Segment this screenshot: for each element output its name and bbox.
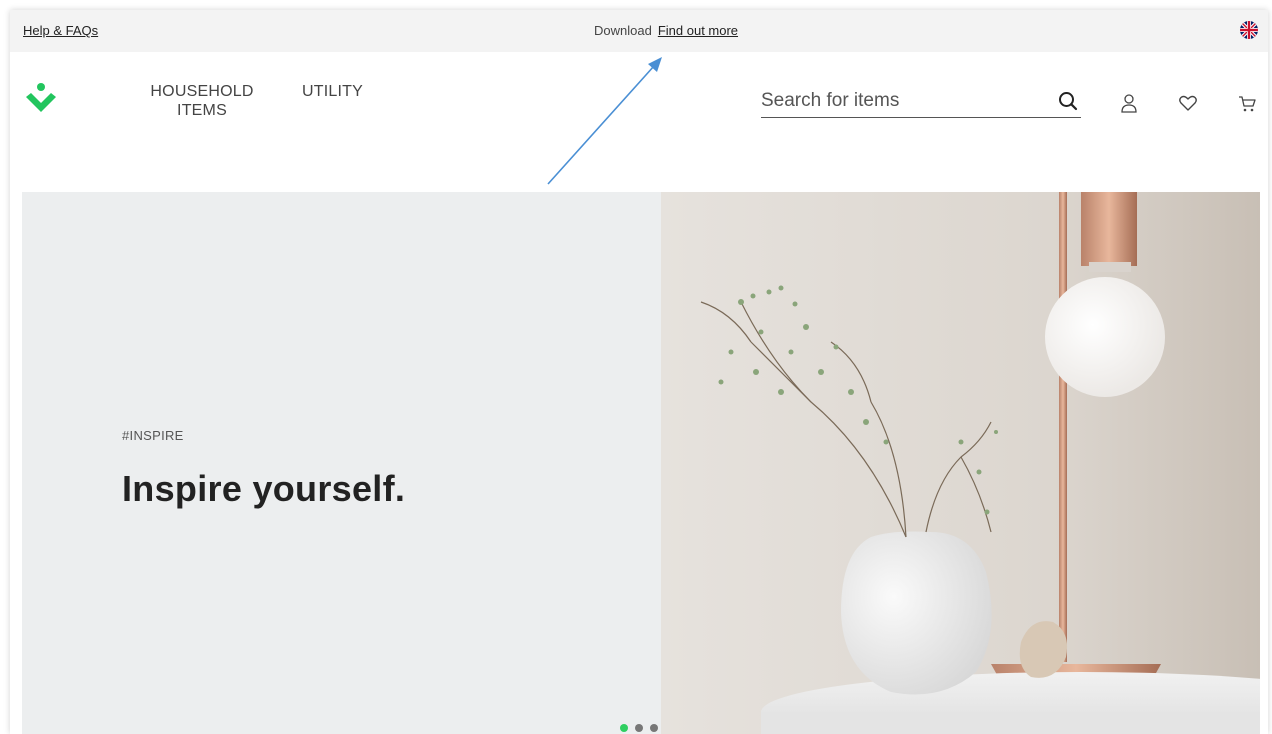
heart-icon[interactable] — [1177, 92, 1199, 114]
carousel-dot-1[interactable] — [620, 724, 628, 732]
promo-label: Download — [594, 23, 652, 38]
hero-tag: #INSPIRE — [122, 428, 184, 443]
find-out-more-link[interactable]: Find out more — [658, 23, 738, 38]
site-header: HOUSEHOLD ITEMS UTILITY — [10, 52, 1268, 192]
nav-household-items[interactable]: HOUSEHOLD ITEMS — [138, 82, 266, 120]
hero-title: Inspire yourself. — [122, 468, 406, 509]
carousel-dot-3[interactable] — [650, 724, 658, 732]
user-icon[interactable] — [1118, 92, 1140, 114]
carousel-dot-2[interactable] — [635, 724, 643, 732]
top-utility-bar: Help & FAQs Download Find out more — [10, 10, 1268, 52]
download-promo: Download Find out more — [594, 23, 738, 38]
carousel-dots — [620, 724, 658, 732]
search-icon[interactable] — [1057, 90, 1079, 112]
uk-flag-icon[interactable] — [1240, 21, 1258, 39]
hero-banner[interactable]: #INSPIRE Inspire yourself. — [22, 192, 1260, 734]
search-input[interactable] — [761, 88, 1041, 114]
browser-page: Help & FAQs Download Find out more HOUSE… — [10, 10, 1268, 734]
search-bar — [761, 88, 1081, 118]
hero-vase-lamp-image — [661, 192, 1260, 734]
brand-logo-icon[interactable] — [24, 80, 58, 120]
nav-utility[interactable]: UTILITY — [302, 82, 363, 120]
cart-icon[interactable] — [1236, 92, 1258, 114]
help-faqs-link[interactable]: Help & FAQs — [23, 23, 98, 38]
main-navigation: HOUSEHOLD ITEMS UTILITY — [138, 82, 363, 120]
